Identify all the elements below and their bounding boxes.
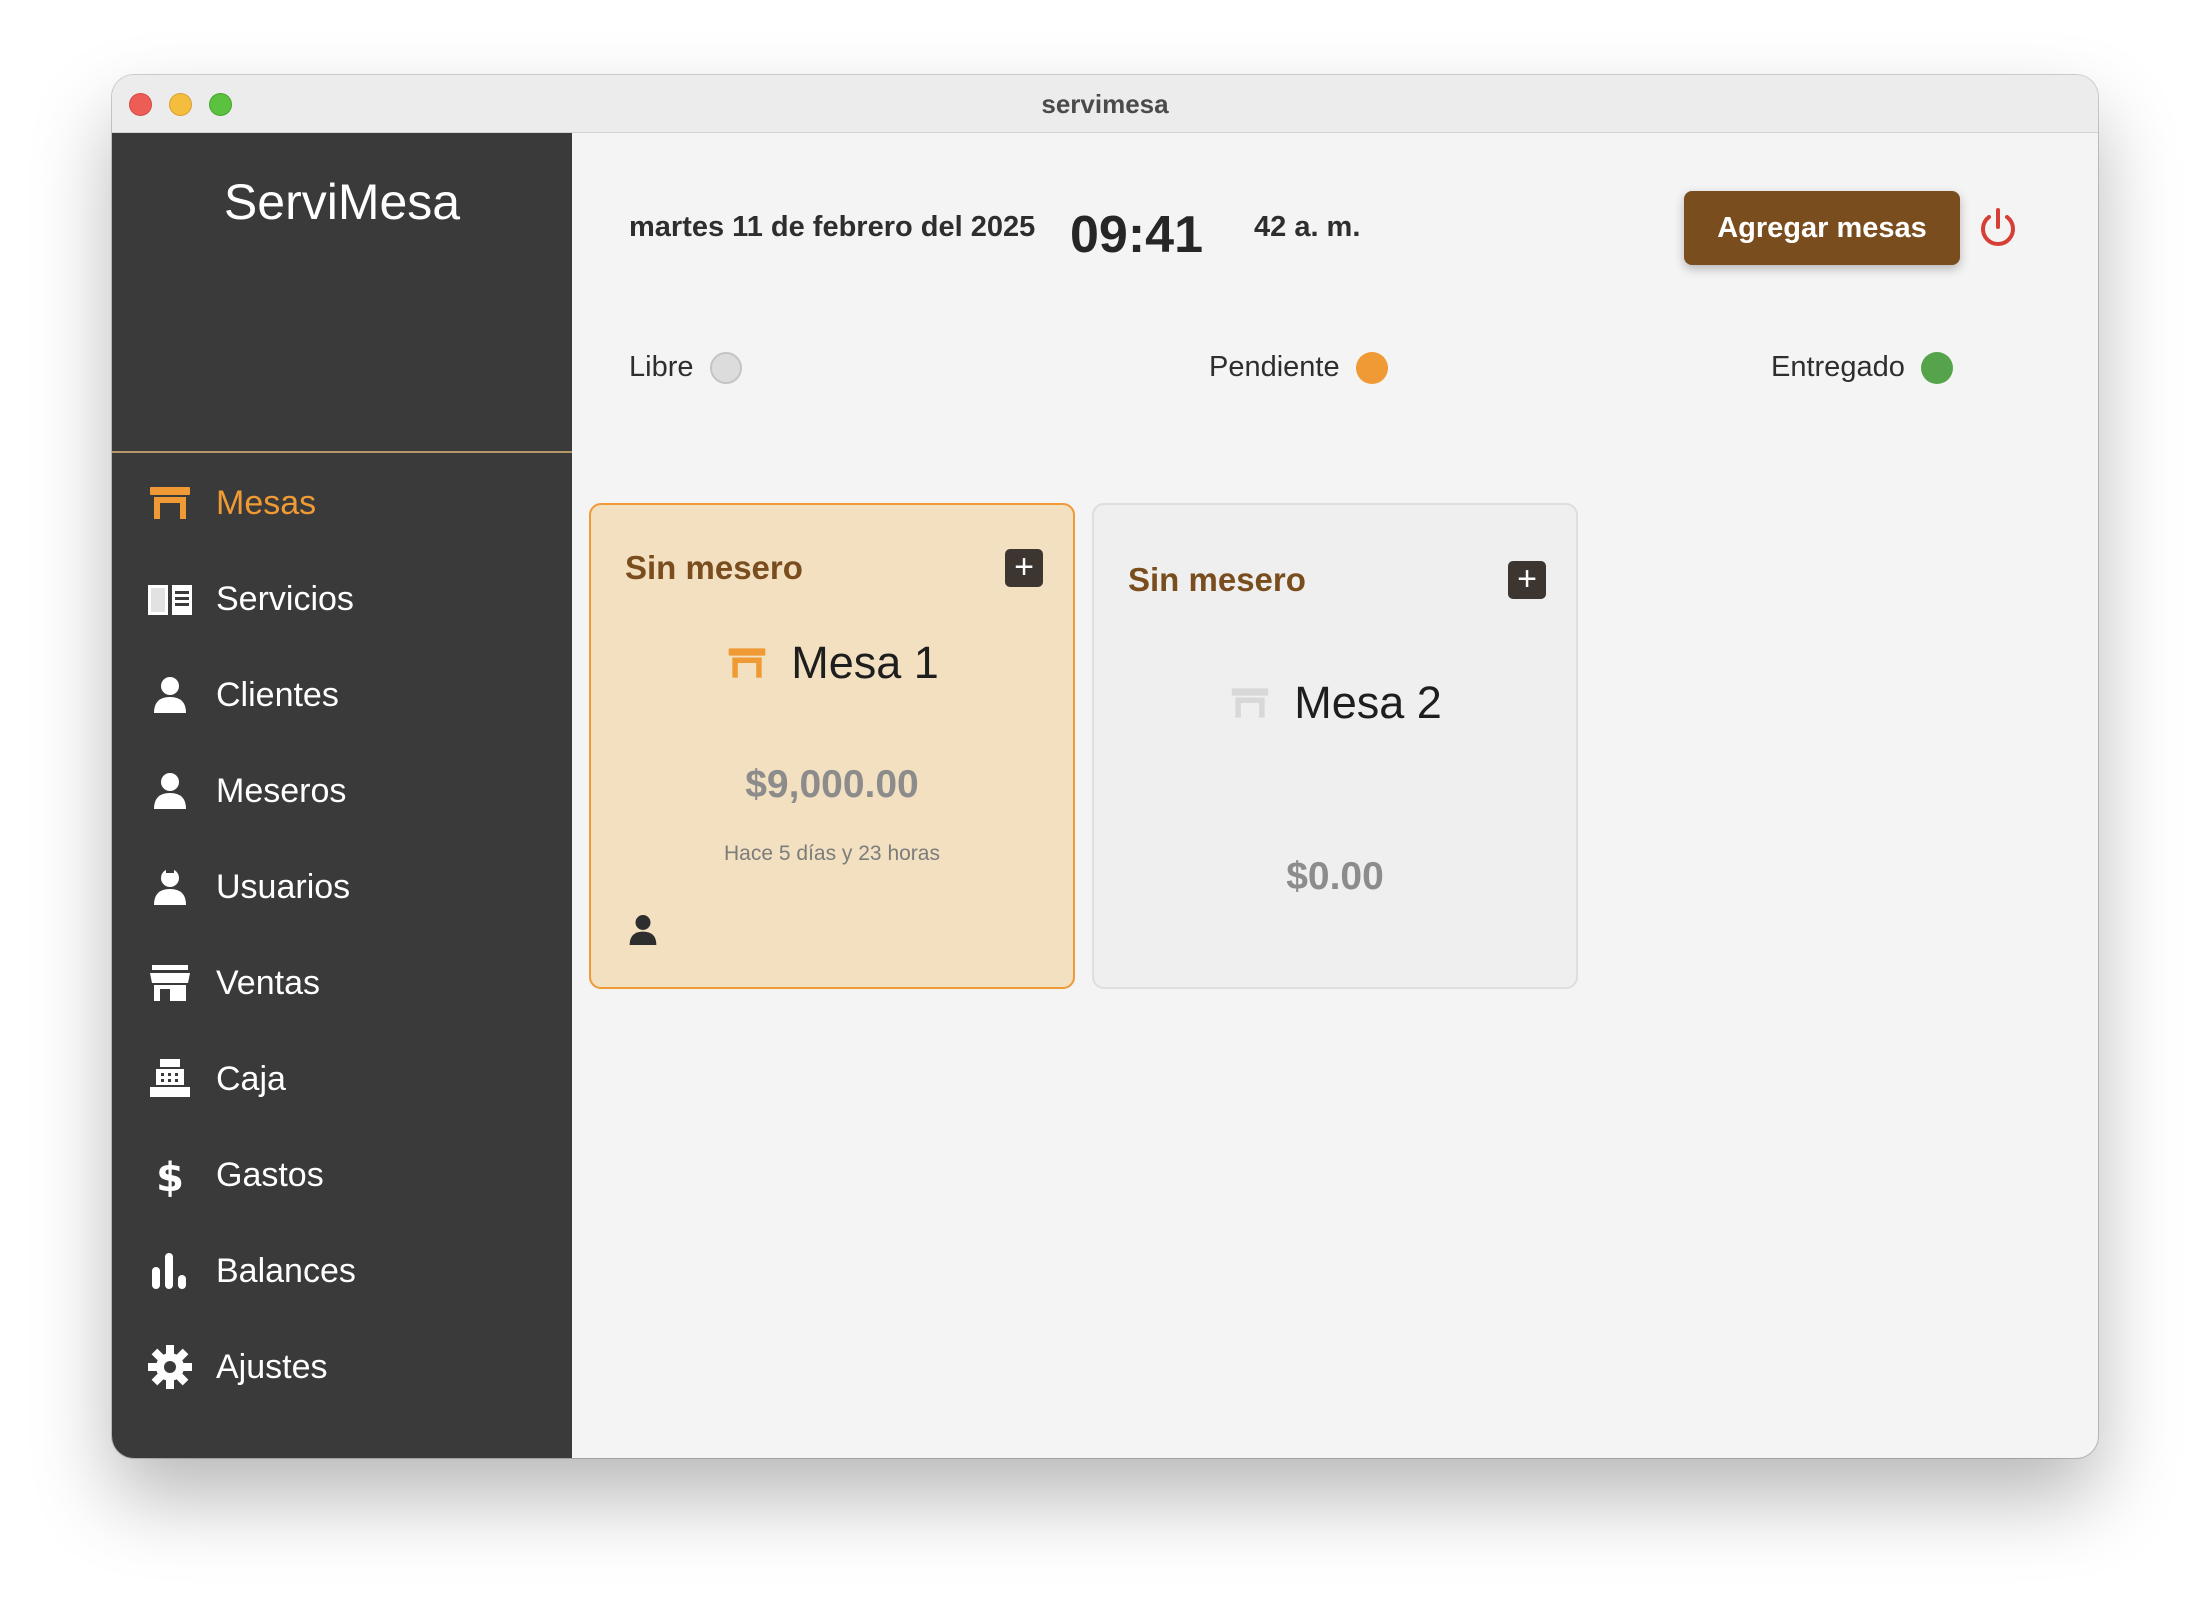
- sidebar-item-label: Servicios: [216, 579, 354, 618]
- table-title: Mesa 2: [1094, 677, 1576, 729]
- status-dot-pendiente: [1355, 351, 1388, 384]
- table-amount: $0.00: [1286, 855, 1384, 898]
- sidebar-item-caja[interactable]: Caja: [112, 1039, 572, 1119]
- add-order-button[interactable]: +: [1508, 561, 1546, 599]
- sidebar-item-servicios[interactable]: Servicios: [112, 559, 572, 639]
- sidebar-item-label: Meseros: [216, 771, 347, 810]
- sidebar-item-clientes[interactable]: Clientes: [112, 655, 572, 735]
- sidebar-item-label: Usuarios: [216, 867, 351, 906]
- sidebar-item-ajustes[interactable]: Ajustes: [112, 1327, 572, 1407]
- legend-label: Entregado: [1771, 351, 1905, 383]
- add-tables-button[interactable]: Agregar mesas: [1684, 191, 1960, 265]
- dollar-icon: $: [146, 1151, 194, 1201]
- table-amount: $9,000.00: [745, 763, 919, 806]
- status-dot-entregado: [1920, 351, 1953, 384]
- window-title: servimesa: [1041, 89, 1169, 119]
- book-icon: [146, 575, 194, 623]
- legend-libre: Libre: [629, 351, 742, 384]
- legend-pendiente: Pendiente: [1209, 351, 1388, 384]
- elapsed-time: Hace 5 días y 23 horas: [724, 842, 940, 865]
- add-order-button[interactable]: +: [1005, 549, 1043, 587]
- clock-seconds-ampm: 42 a. m.: [1254, 211, 1361, 243]
- table-card-mesa-1[interactable]: Sin mesero + Mesa 1 $9,000.00 Hace 5 día…: [589, 503, 1075, 989]
- table-name: Mesa 1: [791, 637, 939, 688]
- waiter-name: Sin mesero: [625, 549, 803, 586]
- brand-title: ServiMesa: [223, 174, 461, 230]
- table-icon: [725, 641, 769, 685]
- table-icon: [1228, 681, 1272, 725]
- sidebar-item-ventas[interactable]: Ventas: [112, 943, 572, 1023]
- power-icon[interactable]: [1975, 205, 2021, 251]
- sidebar-item-usuarios[interactable]: Usuarios: [112, 847, 572, 927]
- sidebar-item-label: Mesas: [216, 483, 317, 522]
- waiter-name: Sin mesero: [1128, 561, 1306, 598]
- table-title: Mesa 1: [591, 637, 1073, 689]
- legend-label: Pendiente: [1209, 351, 1340, 383]
- sidebar-item-label: Caja: [216, 1059, 286, 1098]
- sidebar-item-label: Ajustes: [216, 1347, 328, 1386]
- person-icon[interactable]: [623, 910, 663, 950]
- current-date: martes 11 de febrero del 2025: [629, 211, 1036, 243]
- sidebar-item-label: Ventas: [216, 963, 320, 1002]
- svg-text:$: $: [156, 1155, 184, 1199]
- legend-label: Libre: [629, 351, 694, 383]
- sidebar-divider: [112, 451, 572, 453]
- table-name: Mesa 2: [1294, 677, 1442, 728]
- title-bar: servimesa: [112, 75, 2098, 133]
- person-icon: [146, 671, 194, 719]
- table-icon: [146, 479, 194, 527]
- sidebar: ServiMesa Mesas Servicios Clientes Meser: [112, 133, 572, 1458]
- clock-hours-minutes: 09:41: [1070, 206, 1203, 264]
- sidebar-item-balances[interactable]: Balances: [112, 1231, 572, 1311]
- sidebar-item-meseros[interactable]: Meseros: [112, 751, 572, 831]
- status-dot-libre: [709, 351, 742, 384]
- user-badge-icon: [146, 863, 194, 911]
- sidebar-item-label: Clientes: [216, 675, 339, 714]
- storefront-icon: [146, 959, 194, 1007]
- gear-icon: [146, 1343, 194, 1391]
- table-card-mesa-2[interactable]: Sin mesero + Mesa 2 $0.00: [1092, 503, 1578, 989]
- legend-entregado: Entregado: [1771, 351, 1953, 384]
- person-icon: [146, 767, 194, 815]
- sidebar-item-label: Balances: [216, 1251, 356, 1290]
- sidebar-item-label: Gastos: [216, 1155, 324, 1194]
- sidebar-item-mesas[interactable]: Mesas: [112, 463, 572, 543]
- main-content: martes 11 de febrero del 2025 09:41 42 a…: [572, 133, 2098, 1458]
- app-window: servimesa ServiMesa Mesas Servicios Clie…: [112, 75, 2098, 1458]
- bar-chart-icon: [146, 1247, 194, 1295]
- cash-register-icon: [146, 1055, 194, 1103]
- sidebar-item-gastos[interactable]: $ Gastos: [112, 1135, 572, 1215]
